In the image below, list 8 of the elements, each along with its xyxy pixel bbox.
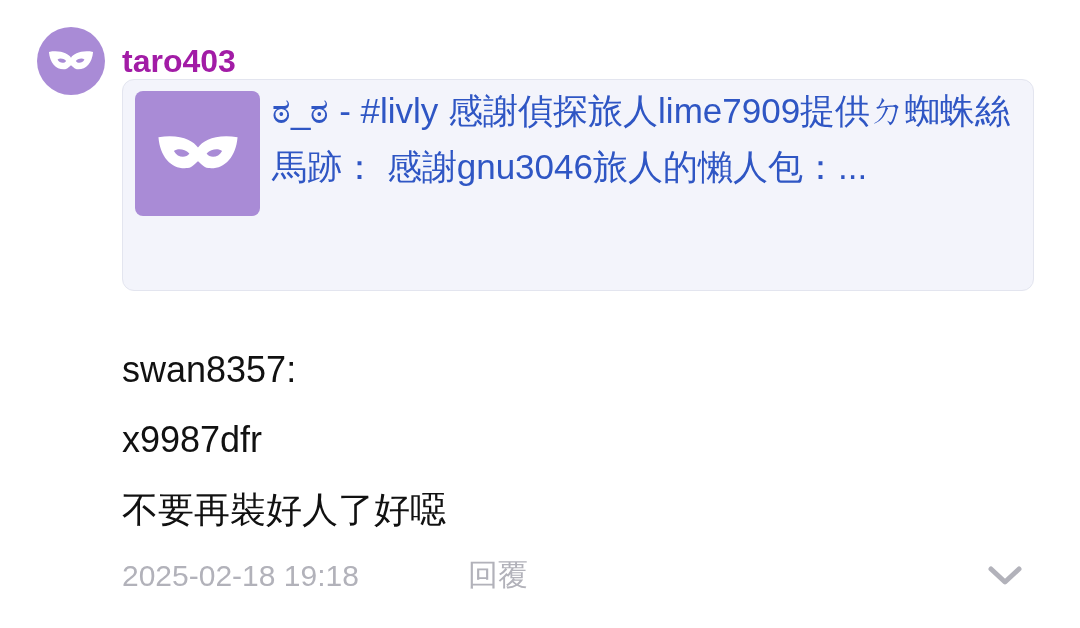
username[interactable]: taro403 <box>122 41 236 81</box>
comment-text: 不要再裝好人了好噁 <box>122 488 446 532</box>
chevron-down-icon[interactable] <box>988 565 1022 586</box>
link-preview-card[interactable]: ಠ_ಠ - #livly 感謝偵探旅人lime7909提供ㄉ蜘蛛絲馬跡： 感謝gnu3046旅人的懶人包：... <box>122 79 1034 291</box>
comment-text: x9987dfr <box>122 418 263 462</box>
comment-text: swan8357: <box>122 348 297 392</box>
link-preview-text[interactable]: ಠ_ಠ - #livly 感謝偵探旅人lime7909提供ㄉ蜘蛛絲馬跡： 感謝gnu3046旅人的懶人包：... <box>272 83 1012 195</box>
timestamp: 2025-02-18 19:18 <box>122 558 360 593</box>
